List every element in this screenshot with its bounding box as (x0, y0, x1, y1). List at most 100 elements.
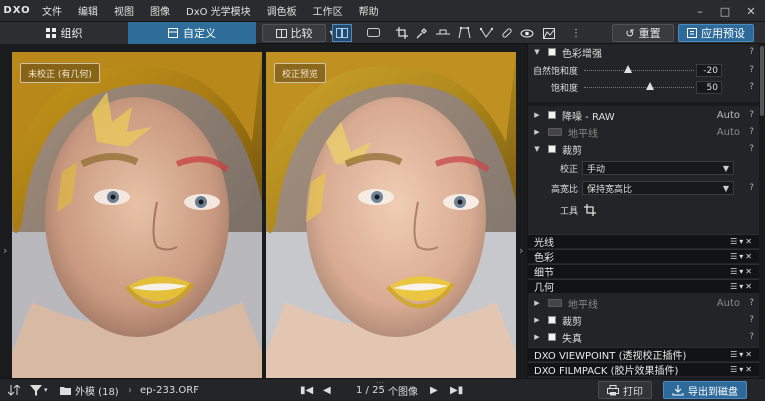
filmstrip-handle-icon[interactable]: ⋯ (376, 371, 384, 393)
geo-distortion-row[interactable]: ▶ 失真 ? (528, 329, 760, 345)
minimize-icon[interactable]: – (687, 0, 713, 22)
help-icon[interactable]: ? (749, 144, 754, 154)
geo-crop-row[interactable]: ▶ 裁剪 ? (528, 312, 760, 328)
color-enhance-header[interactable]: ▼ 色彩增强 ? (528, 44, 760, 60)
slider-thumb[interactable] (646, 82, 654, 90)
compare-button[interactable]: 比较 (262, 24, 326, 42)
filter-icon[interactable]: ▾ (30, 379, 48, 401)
help-icon[interactable]: ? (749, 183, 754, 193)
geo-horizon-mode[interactable]: Auto (717, 298, 740, 309)
help-icon[interactable]: ? (749, 127, 754, 137)
scrollbar-thumb[interactable] (760, 46, 764, 116)
section-menu-close-icon[interactable]: ☰▾✕ (730, 252, 754, 261)
menu-edit[interactable]: 编辑 (70, 3, 106, 18)
perspective-icon[interactable] (455, 24, 473, 42)
noise-mode[interactable]: Auto (717, 110, 740, 121)
eyedropper-icon[interactable] (414, 24, 430, 42)
expand-icon[interactable]: ▶ (532, 128, 542, 136)
expand-icon[interactable]: ▶ (532, 299, 542, 307)
help-icon[interactable]: ? (749, 298, 754, 308)
geo-crop-checkbox[interactable] (548, 316, 556, 324)
crop-icon[interactable] (394, 24, 410, 42)
horizon-mode[interactable]: Auto (717, 127, 740, 138)
prev-image-icon[interactable]: ◀ (323, 379, 331, 401)
reset-button[interactable]: ↺ 重置 (612, 24, 674, 42)
help-icon[interactable]: ? (749, 332, 754, 342)
section-viewpoint[interactable]: DXO VIEWPOINT (透视校正插件) ☰▾✕ (528, 347, 760, 362)
menu-optics[interactable]: DxO 光学模块 (178, 3, 259, 18)
split-view-icon[interactable] (332, 24, 352, 42)
tab-organize[interactable]: 组织 (0, 22, 128, 44)
chat-bubble-icon[interactable] (364, 24, 382, 42)
menu-view[interactable]: 视图 (106, 3, 142, 18)
section-geometry[interactable]: 几何 ☰▾✕ (528, 279, 760, 294)
expand-icon[interactable]: ▶ (532, 333, 542, 341)
export-button[interactable]: 导出到磁盘 (663, 381, 747, 399)
help-icon[interactable]: ? (749, 47, 754, 57)
folder-name[interactable]: 外模 (18) (75, 379, 119, 401)
help-icon[interactable]: ? (749, 110, 754, 120)
eye-icon[interactable] (518, 24, 536, 42)
crop-correction-dropdown[interactable]: 手动 ▼ (582, 161, 734, 175)
section-light[interactable]: 光线 ☰▾✕ (528, 234, 760, 249)
collapse-icon[interactable]: ▼ (532, 48, 542, 56)
file-name[interactable]: ep-233.ORF (140, 379, 199, 401)
apply-preset-button[interactable]: 应用预设 (678, 24, 754, 42)
crop-ratio-dropdown[interactable]: 保持宽高比 ▼ (582, 181, 734, 195)
last-image-icon[interactable]: ▶▮ (450, 379, 463, 401)
section-menu-close-icon[interactable]: ☰▾✕ (730, 365, 754, 374)
noise-checkbox[interactable] (548, 111, 556, 119)
right-panel-toggle-icon[interactable]: › (519, 244, 523, 257)
repair-icon[interactable] (498, 24, 516, 42)
photo-original[interactable]: 未校正 (有几何) (12, 52, 262, 378)
section-menu-close-icon[interactable]: ☰▾✕ (730, 237, 754, 246)
panel-scrollbar[interactable] (759, 44, 765, 378)
menu-workspace[interactable]: 工作区 (305, 3, 351, 18)
crop-header[interactable]: ▼ 裁剪 ? (528, 141, 760, 157)
menu-image[interactable]: 图像 (142, 3, 178, 18)
section-filmpack[interactable]: DXO FILMPACK (胶片效果插件) ☰▾✕ (528, 362, 760, 377)
section-menu-close-icon[interactable]: ☰▾✕ (730, 282, 754, 291)
horizon-icon[interactable] (434, 24, 452, 42)
slider-thumb[interactable] (624, 65, 632, 73)
first-image-icon[interactable]: ▮◀ (300, 379, 313, 401)
crop-tool-icon[interactable] (584, 204, 596, 216)
horizon-toggle[interactable] (548, 128, 562, 136)
color-enhance-checkbox[interactable] (548, 48, 556, 56)
saturation-value[interactable]: 50 (696, 81, 722, 94)
collapse-icon[interactable]: ▼ (532, 145, 542, 153)
expand-icon[interactable]: ▶ (532, 111, 542, 119)
crop-checkbox[interactable] (548, 145, 556, 153)
section-menu-close-icon[interactable]: ☰▾✕ (730, 267, 754, 276)
tab-customize[interactable]: 自定义 (128, 22, 256, 44)
horizon-header[interactable]: ▶ 地平线 Auto ? (528, 124, 760, 140)
next-image-icon[interactable]: ▶ (430, 379, 438, 401)
menu-help[interactable]: 帮助 (351, 3, 387, 18)
section-detail[interactable]: 细节 ☰▾✕ (528, 264, 760, 279)
noise-header[interactable]: ▶ 降噪 - RAW Auto ? (528, 107, 760, 123)
photo-corrected[interactable]: 校正预览 (266, 52, 516, 378)
sort-icon[interactable] (8, 379, 20, 401)
geo-distortion-checkbox[interactable] (548, 333, 556, 341)
vibrancy-slider[interactable] (584, 65, 694, 75)
menu-file[interactable]: 文件 (34, 3, 70, 18)
vibrancy-value[interactable]: -20 (696, 64, 722, 77)
histogram-icon[interactable] (540, 24, 558, 42)
menu-palettes[interactable]: 调色板 (259, 3, 305, 18)
chevron-down-icon: ▼ (722, 164, 729, 173)
saturation-slider[interactable] (584, 82, 694, 92)
expand-icon[interactable]: ▶ (532, 316, 542, 324)
geo-horizon-toggle[interactable] (548, 299, 562, 307)
help-icon[interactable]: ? (749, 82, 754, 92)
maximize-icon[interactable]: □ (712, 0, 738, 22)
section-menu-close-icon[interactable]: ☰▾✕ (730, 350, 754, 359)
geo-horizon-row[interactable]: ▶ 地平线 Auto ? (528, 295, 760, 311)
close-icon[interactable]: ✕ (738, 0, 764, 22)
print-button[interactable]: 打印 (598, 381, 652, 399)
help-icon[interactable]: ? (749, 315, 754, 325)
more-menu-icon[interactable]: ⋮ (568, 24, 584, 42)
volume-deformation-icon[interactable] (477, 24, 495, 42)
left-panel-toggle-icon[interactable]: › (3, 244, 7, 257)
help-icon[interactable]: ? (749, 65, 754, 75)
section-color[interactable]: 色彩 ☰▾✕ (528, 249, 760, 264)
